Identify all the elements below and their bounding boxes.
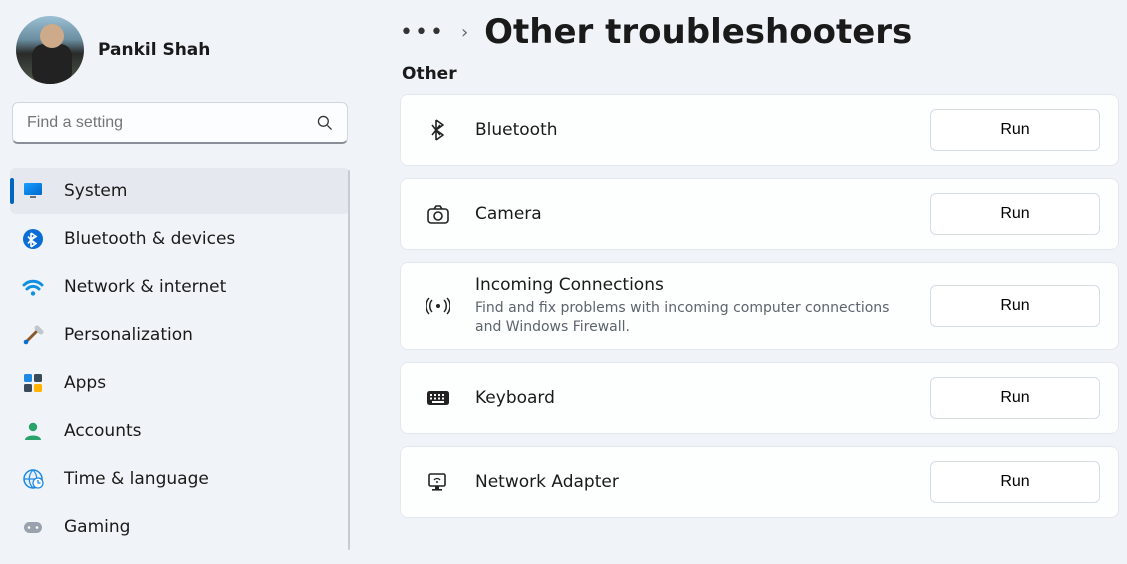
section-title: Other	[402, 64, 1127, 84]
gamepad-icon	[20, 516, 46, 538]
bluetooth-round-icon	[20, 228, 46, 250]
sidebar-item-label: Gaming	[64, 517, 130, 537]
run-button[interactable]: Run	[930, 377, 1100, 419]
troubleshooter-title: Camera	[475, 204, 908, 224]
troubleshooter-keyboard: Keyboard Run	[400, 362, 1119, 434]
sidebar-item-label: Accounts	[64, 421, 142, 441]
sidebar-item-accounts[interactable]: Accounts	[10, 408, 350, 454]
sidebar-item-time-language[interactable]: Time & language	[10, 456, 350, 502]
troubleshooter-network-adapter: Network Adapter Run	[400, 446, 1119, 518]
sidebar-item-label: System	[64, 181, 127, 201]
avatar	[16, 16, 84, 84]
sidebar-item-gaming[interactable]: Gaming	[10, 504, 350, 550]
search-input[interactable]	[12, 102, 348, 144]
sidebar-scrollbar[interactable]	[348, 170, 350, 550]
sidebar-item-bluetooth-devices[interactable]: Bluetooth & devices	[10, 216, 350, 262]
troubleshooter-camera: Camera Run	[400, 178, 1119, 250]
brush-icon	[20, 324, 46, 346]
sidebar-item-network[interactable]: Network & internet	[10, 264, 350, 310]
profile-block[interactable]: Pankil Shah	[10, 12, 350, 102]
troubleshooter-title: Incoming Connections	[475, 275, 908, 295]
troubleshooter-title: Network Adapter	[475, 472, 908, 492]
wifi-icon	[20, 277, 46, 297]
troubleshooter-title: Keyboard	[475, 388, 908, 408]
globe-clock-icon	[20, 468, 46, 490]
run-button[interactable]: Run	[930, 461, 1100, 503]
troubleshooter-title: Bluetooth	[475, 120, 908, 140]
sidebar-item-label: Network & internet	[64, 277, 226, 297]
sidebar-nav: System Bluetooth & devices Network & int…	[10, 168, 350, 550]
troubleshooter-list: Bluetooth Run Camera Run Incoming Connec…	[400, 94, 1127, 518]
chevron-right-icon: ›	[461, 22, 468, 43]
sidebar-item-label: Apps	[64, 373, 106, 393]
apps-icon	[20, 372, 46, 394]
bluetooth-icon	[423, 118, 453, 142]
search-box	[12, 102, 348, 144]
breadcrumb: ••• › Other troubleshooters	[400, 12, 1127, 52]
netadapter-icon	[423, 471, 453, 493]
sidebar-item-label: Time & language	[64, 469, 209, 489]
run-button[interactable]: Run	[930, 193, 1100, 235]
camera-icon	[423, 203, 453, 225]
sidebar-item-label: Personalization	[64, 325, 193, 345]
user-name: Pankil Shah	[98, 40, 210, 60]
troubleshooter-incoming-connections: Incoming Connections Find and fix proble…	[400, 262, 1119, 350]
run-button[interactable]: Run	[930, 285, 1100, 327]
sidebar-item-personalization[interactable]: Personalization	[10, 312, 350, 358]
run-button[interactable]: Run	[930, 109, 1100, 151]
account-icon	[20, 420, 46, 442]
antenna-icon	[423, 294, 453, 318]
sidebar-item-apps[interactable]: Apps	[10, 360, 350, 406]
sidebar-item-label: Bluetooth & devices	[64, 229, 235, 249]
sidebar-item-system[interactable]: System	[10, 168, 350, 214]
breadcrumb-overflow-icon[interactable]: •••	[400, 20, 445, 45]
troubleshooter-bluetooth: Bluetooth Run	[400, 94, 1119, 166]
page-title: Other troubleshooters	[484, 12, 912, 52]
keyboard-icon	[423, 387, 453, 409]
monitor-icon	[20, 180, 46, 202]
main-content: ••• › Other troubleshooters Other Blueto…	[360, 0, 1127, 564]
troubleshooter-desc: Find and fix problems with incoming comp…	[475, 299, 895, 337]
search-icon[interactable]	[316, 114, 334, 132]
sidebar: Pankil Shah System Bluetooth & devices N…	[0, 0, 360, 564]
